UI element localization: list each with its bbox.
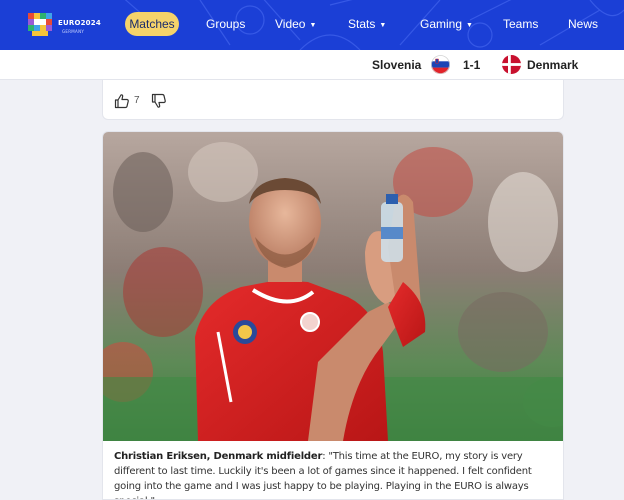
like-count: 7	[134, 95, 140, 106]
nav-item-groups[interactable]: Groups	[206, 17, 245, 31]
nav-item-label: Stats	[348, 17, 376, 31]
nav-item-label: Video	[275, 17, 306, 31]
nav-item-label: Gaming	[420, 17, 463, 31]
euro-trophy-logo-icon	[28, 13, 52, 36]
photo-caption: Christian Eriksen, Denmark midfielder: "…	[114, 449, 556, 499]
nav-item-stats[interactable]: Stats ▼	[348, 17, 386, 33]
thumbs-down-icon[interactable]	[151, 93, 167, 109]
article-photo-card: Christian Eriksen, Denmark midfielder: "…	[102, 131, 564, 500]
nav-item-video[interactable]: Video ▼	[275, 17, 316, 33]
match-result: 1-1	[463, 58, 481, 72]
chevron-down-icon: ▼	[309, 22, 317, 29]
player-photo	[103, 132, 563, 441]
nav-item-news[interactable]: News	[568, 17, 598, 31]
nav-item-teams[interactable]: Teams	[503, 17, 538, 31]
chevron-down-icon: ▼	[379, 22, 387, 29]
denmark-flag-icon	[502, 55, 521, 74]
euro2024-logo[interactable]: EURO2024 GERMANY	[28, 10, 101, 40]
nav-item-label: Matches	[129, 17, 175, 31]
caption-speaker: Christian Eriksen, Denmark midfielder	[114, 451, 323, 462]
thumbs-up-icon[interactable]	[114, 93, 130, 109]
nav-item-label: Groups	[206, 17, 246, 31]
slovenia-flag-icon	[431, 55, 450, 74]
home-team-name: Slovenia	[372, 58, 422, 72]
nav-item-label: News	[568, 17, 599, 31]
nav-item-label: Teams	[503, 17, 539, 31]
logo-subtitle: GERMANY	[62, 29, 85, 34]
chevron-down-icon: ▼	[466, 22, 473, 29]
logo-wordmark: EURO2024	[58, 19, 101, 27]
match-score-strip[interactable]: Slovenia 1-1 Denmark	[0, 50, 624, 80]
top-navigation-bar: EURO2024 GERMANY Matches Groups Video ▼ S…	[0, 0, 624, 50]
nav-item-matches[interactable]: Matches	[125, 12, 179, 36]
away-team-name: Denmark	[527, 58, 579, 72]
reactions-card: 7	[102, 80, 564, 120]
nav-item-gaming[interactable]: Gaming ▼	[420, 17, 473, 33]
